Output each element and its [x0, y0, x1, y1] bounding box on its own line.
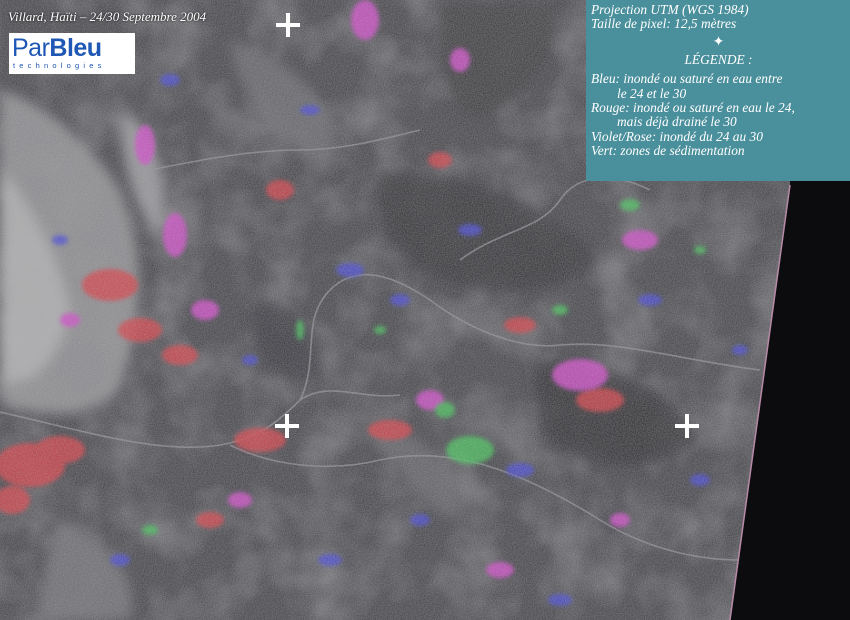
legend-item-blue-cont: le 24 et le 30: [617, 85, 687, 101]
cross-marker-icon: [275, 414, 299, 438]
logo-name-par: Par: [12, 34, 50, 62]
north-star-icon: ✦: [712, 34, 725, 50]
legend-item-blue: Bleu: inondé ou saturé en eau entre: [591, 71, 783, 87]
cross-marker-icon: [276, 13, 300, 37]
projection-info: Projection UTM (WGS 1984): [591, 2, 749, 17]
parbleu-logo: ParBleu technologies: [9, 33, 135, 74]
logo-name: ParBleu: [12, 35, 132, 62]
legend-item-red-cont: mais déjà drainé le 30: [617, 114, 737, 130]
legend-item-green: Vert: zones de sédimentation: [591, 143, 745, 159]
map-title: Villard, Haïti – 24/30 Septembre 2004: [8, 9, 207, 24]
pixel-size-info: Taille de pixel: 12,5 mètres: [591, 16, 737, 32]
logo-subtitle: technologies: [13, 61, 106, 70]
legend-heading: LÉGENDE :: [684, 51, 753, 67]
legend-item-violet: Violet/Rose: inondé du 24 au 30: [591, 128, 763, 144]
cross-marker-icon: [675, 414, 699, 438]
legend-panel: Projection UTM (WGS 1984) Taille de pixe…: [586, 0, 850, 181]
legend-item-red: Rouge: inondé ou saturé en eau le 24,: [591, 100, 795, 116]
logo-name-bleu: Bleu: [49, 34, 102, 62]
